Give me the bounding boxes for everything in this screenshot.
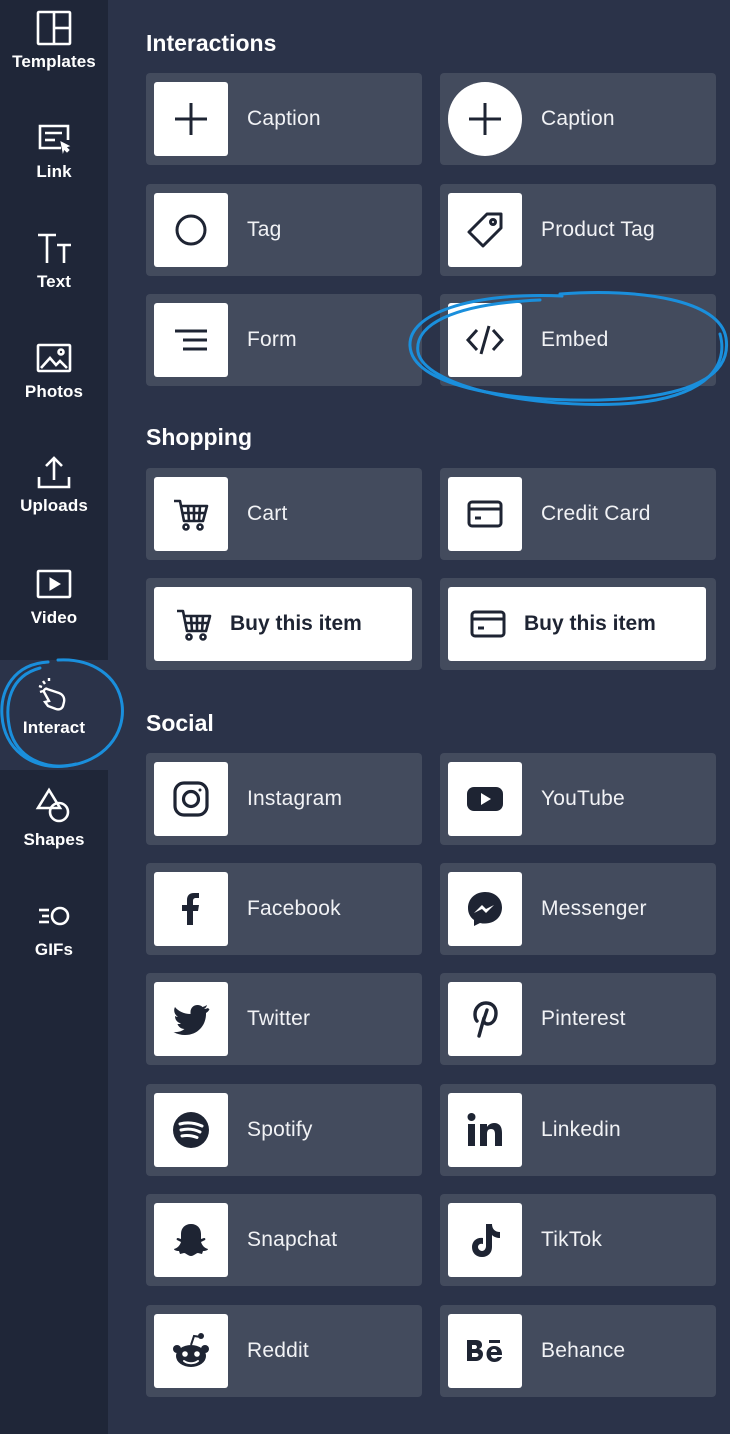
- tile-tiktok[interactable]: TikTok: [440, 1194, 716, 1286]
- sidebar-item-photos[interactable]: Photos: [0, 338, 108, 448]
- sidebar-item-text[interactable]: Text: [0, 228, 108, 338]
- tile-youtube[interactable]: YouTube: [440, 753, 716, 845]
- sidebar-item-label: Link: [36, 162, 72, 181]
- buy-this-item-button[interactable]: Buy this item: [448, 587, 706, 661]
- spotify-icon: [154, 1093, 228, 1167]
- tile-form[interactable]: Form: [146, 294, 422, 386]
- sidebar-item-label: Interact: [22, 718, 86, 737]
- sidebar-item-shapes[interactable]: Shapes: [0, 786, 108, 896]
- snapchat-icon: [154, 1203, 228, 1277]
- tile-pinterest[interactable]: Pinterest: [440, 973, 716, 1065]
- form-lines-icon: [154, 303, 228, 377]
- credit-card-icon: [470, 610, 506, 638]
- uploads-icon: [34, 452, 74, 492]
- code-icon: [448, 303, 522, 377]
- plus-icon: [154, 82, 228, 156]
- sidebar-item-label: Shapes: [23, 830, 85, 849]
- section-title-interactions: Interactions: [146, 30, 277, 56]
- messenger-icon: [448, 872, 522, 946]
- tile-messenger[interactable]: Messenger: [440, 863, 716, 955]
- gifs-icon: [34, 896, 74, 936]
- sidebar-item-label: Templates: [12, 52, 96, 71]
- tile-caption[interactable]: Caption: [146, 73, 422, 165]
- tile-linkedin[interactable]: Linkedin: [440, 1084, 716, 1176]
- interact-icon: [34, 674, 74, 714]
- sidebar-item-link[interactable]: Link: [0, 118, 108, 228]
- sidebar: Templates Link Text Photos Uploads Video: [0, 0, 108, 1434]
- tile-snapchat[interactable]: Snapchat: [146, 1194, 422, 1286]
- tile-buy-button-card[interactable]: Buy this item: [440, 578, 716, 670]
- circle-icon: [154, 193, 228, 267]
- sidebar-item-label: Text: [36, 272, 72, 291]
- tile-twitter[interactable]: Twitter: [146, 973, 422, 1065]
- credit-card-icon: [448, 477, 522, 551]
- tiktok-icon: [448, 1203, 522, 1277]
- tile-cart[interactable]: Cart: [146, 468, 422, 560]
- tile-buy-button-cart[interactable]: Buy this item: [146, 578, 422, 670]
- behance-icon: [448, 1314, 522, 1388]
- section-title-social: Social: [146, 710, 214, 736]
- templates-icon: [34, 8, 74, 48]
- tile-embed[interactable]: Embed: [440, 294, 716, 386]
- sidebar-item-label: Video: [30, 608, 78, 627]
- tile-reddit[interactable]: Reddit: [146, 1305, 422, 1397]
- facebook-icon: [154, 872, 228, 946]
- elements-panel: Interactions Caption Caption Tag Product…: [108, 0, 730, 1434]
- reddit-icon: [154, 1314, 228, 1388]
- section-title-shopping: Shopping: [146, 424, 253, 450]
- sidebar-item-uploads[interactable]: Uploads: [0, 452, 108, 562]
- sidebar-item-label: GIFs: [34, 940, 74, 959]
- tile-product-tag[interactable]: Product Tag: [440, 184, 716, 276]
- photos-icon: [34, 338, 74, 378]
- sidebar-item-interact[interactable]: Interact: [0, 660, 108, 770]
- twitter-icon: [154, 982, 228, 1056]
- sidebar-item-label: Photos: [24, 382, 84, 401]
- pinterest-icon: [448, 982, 522, 1056]
- text-icon: [34, 228, 74, 268]
- link-icon: [34, 118, 74, 158]
- tile-instagram[interactable]: Instagram: [146, 753, 422, 845]
- tile-facebook[interactable]: Facebook: [146, 863, 422, 955]
- tile-behance[interactable]: Behance: [440, 1305, 716, 1397]
- tile-tag[interactable]: Tag: [146, 184, 422, 276]
- sidebar-item-video[interactable]: Video: [0, 564, 108, 674]
- cart-icon: [177, 609, 212, 641]
- tile-spotify[interactable]: Spotify: [146, 1084, 422, 1176]
- sidebar-item-templates[interactable]: Templates: [0, 8, 108, 118]
- instagram-icon: [154, 762, 228, 836]
- sidebar-item-label: Uploads: [20, 496, 88, 515]
- plus-circle-icon: [448, 82, 522, 156]
- tile-caption-circle[interactable]: Caption: [440, 73, 716, 165]
- sidebar-item-gifs[interactable]: GIFs: [0, 896, 108, 1006]
- cart-icon: [154, 477, 228, 551]
- buy-this-item-button[interactable]: Buy this item: [154, 587, 412, 661]
- tile-credit-card[interactable]: Credit Card: [440, 468, 716, 560]
- price-tag-icon: [448, 193, 522, 267]
- shapes-icon: [34, 786, 74, 826]
- youtube-icon: [448, 762, 522, 836]
- linkedin-icon: [448, 1093, 522, 1167]
- video-icon: [34, 564, 74, 604]
